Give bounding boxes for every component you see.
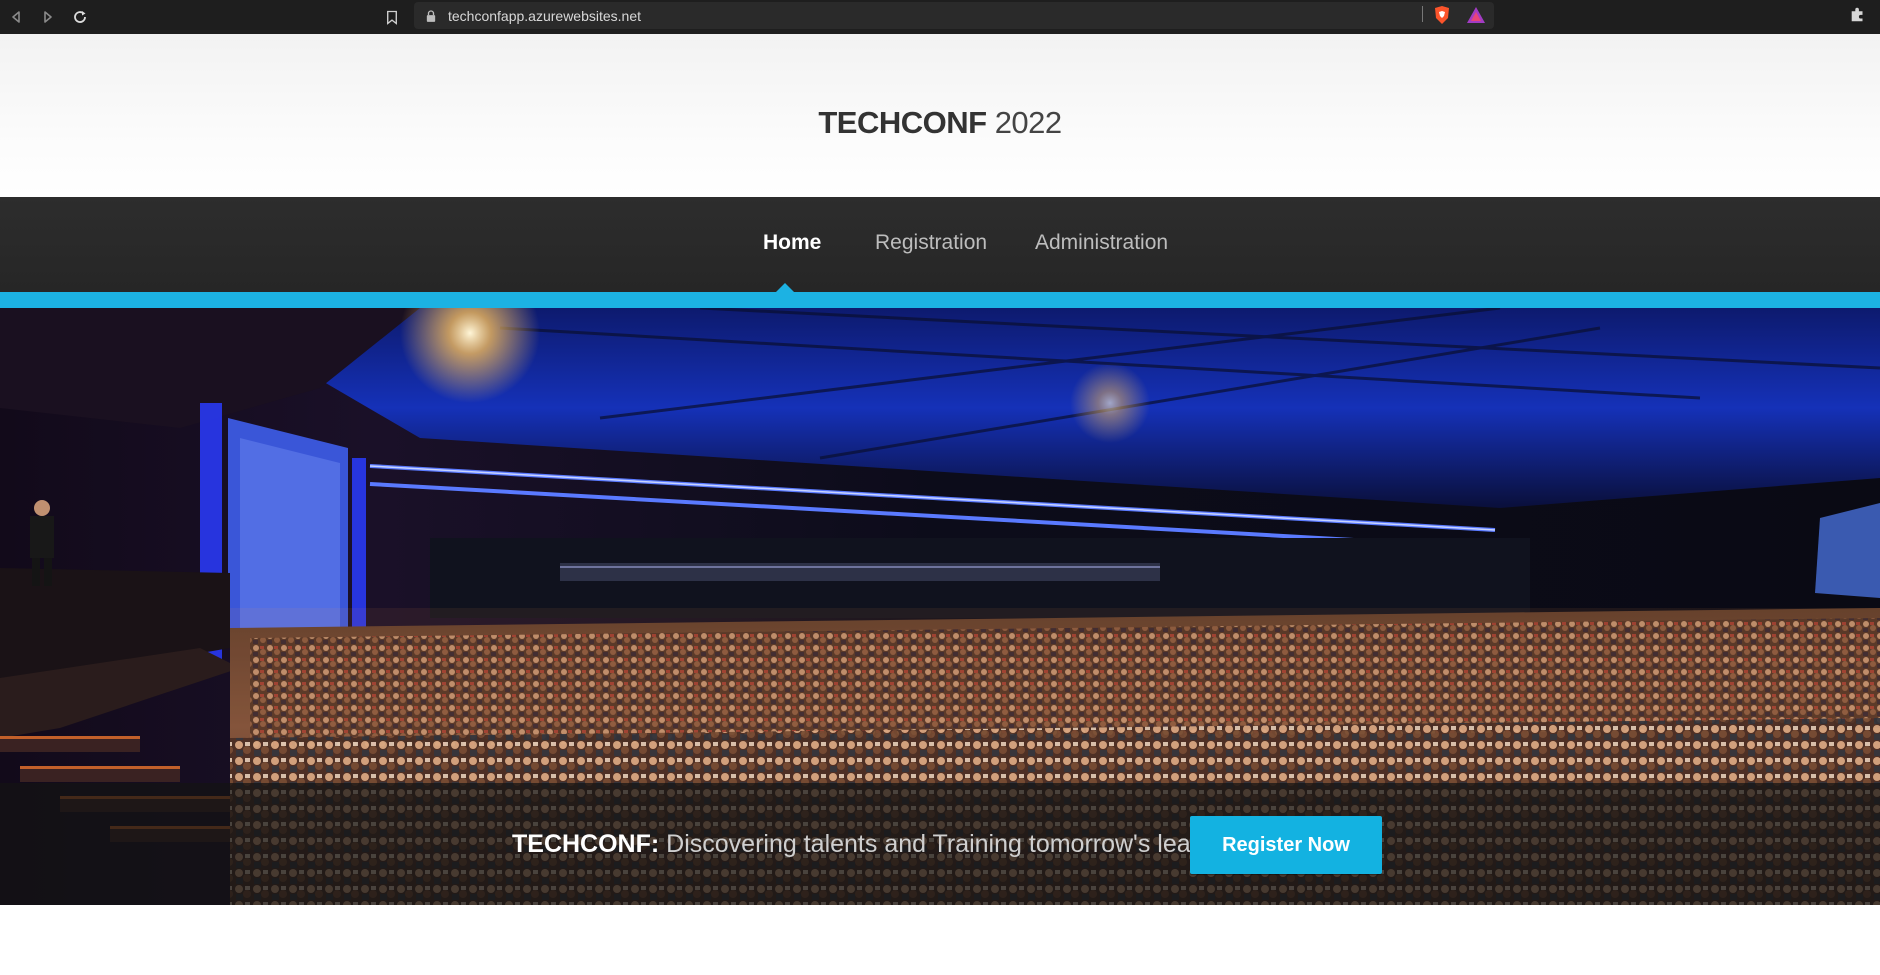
brave-shield-icon[interactable] xyxy=(1433,5,1451,25)
hero-section: TECHCONF: Discovering talents and Traini… xyxy=(0,308,1880,905)
forward-icon[interactable] xyxy=(36,5,60,29)
site-logo[interactable]: TECHCONF 2022 xyxy=(818,104,1062,141)
main-nav: Home Registration Administration xyxy=(0,197,1880,292)
nav-item-registration[interactable]: Registration xyxy=(875,231,987,255)
address-bar[interactable]: techconfapp.azurewebsites.net xyxy=(414,2,1494,29)
tagline-brand: TECHCONF: xyxy=(512,830,660,858)
logo-year: 2022 xyxy=(994,104,1062,140)
lock-icon xyxy=(424,9,438,23)
tagline-text: Discovering talents and Training tomorro… xyxy=(666,830,1240,858)
nav-item-home[interactable]: Home xyxy=(763,231,821,255)
accent-strip xyxy=(0,292,1880,308)
site-header: TECHCONF 2022 xyxy=(0,34,1880,197)
hero-tagline: TECHCONF: Discovering talents and Traini… xyxy=(512,830,1239,859)
register-now-button[interactable]: Register Now xyxy=(1190,816,1382,874)
browser-toolbar: techconfapp.azurewebsites.net xyxy=(0,0,1880,34)
bookmark-icon[interactable] xyxy=(380,5,404,29)
reload-icon[interactable] xyxy=(68,5,92,29)
logo-brand: TECHCONF xyxy=(818,104,987,140)
back-icon[interactable] xyxy=(4,5,28,29)
brave-rewards-icon[interactable] xyxy=(1466,6,1486,24)
active-nav-indicator xyxy=(776,283,794,292)
url-text: techconfapp.azurewebsites.net xyxy=(448,7,642,24)
extensions-icon[interactable] xyxy=(1849,5,1869,25)
address-bar-divider xyxy=(1422,6,1423,22)
nav-item-administration[interactable]: Administration xyxy=(1035,231,1168,255)
